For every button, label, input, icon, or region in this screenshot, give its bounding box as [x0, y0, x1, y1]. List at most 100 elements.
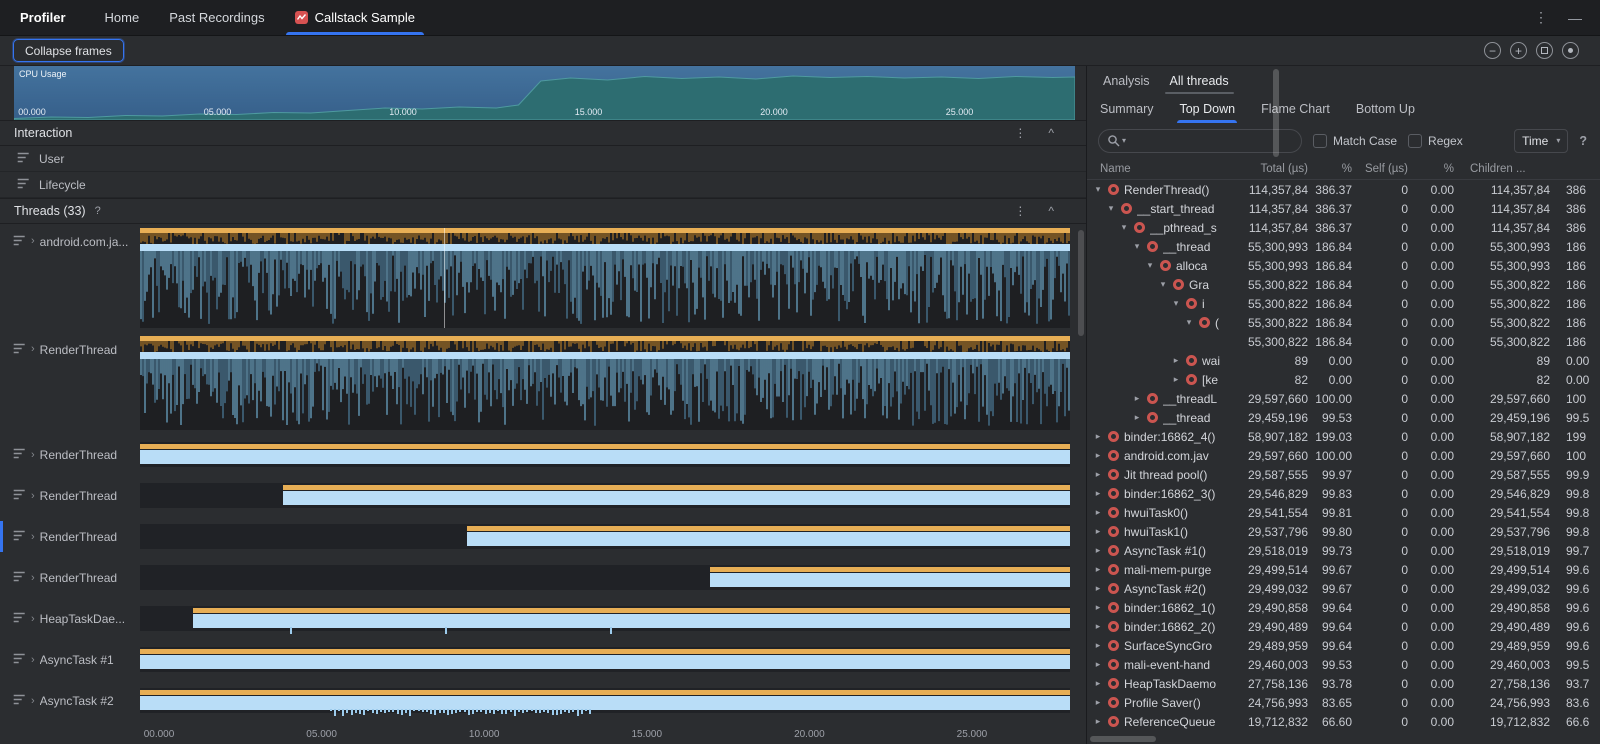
tree-toggle-icon[interactable]: ▸ — [1171, 374, 1181, 385]
search-input[interactable] — [1128, 134, 1293, 148]
tree-toggle-icon[interactable]: ▾ — [1106, 203, 1116, 214]
tree-toggle-icon[interactable]: ▸ — [1093, 697, 1103, 708]
reset-zoom-icon[interactable] — [1536, 42, 1553, 59]
horizontal-scrollbar[interactable] — [1090, 736, 1156, 742]
zoom-to-selection-icon[interactable] — [1562, 42, 1579, 59]
interaction-row-lifecycle[interactable]: Lifecycle — [0, 172, 1086, 198]
thread-activity-track[interactable] — [140, 561, 1070, 594]
tree-toggle-icon[interactable]: ▾ — [1132, 241, 1142, 252]
expand-chevron-icon[interactable]: › — [31, 235, 35, 247]
kebab-menu-icon[interactable]: ⋮ — [1534, 9, 1548, 26]
expand-chevron-icon[interactable]: › — [31, 449, 35, 461]
topdown-row[interactable]: 55,300,822186.8400.0055,300,822186 — [1087, 332, 1600, 351]
topdown-row[interactable]: ▾__pthread_s114,357,84386.3700.00114,357… — [1087, 218, 1600, 237]
tree-toggle-icon[interactable]: ▸ — [1132, 393, 1142, 404]
thread-track-renderthread-1[interactable]: ›RenderThread — [0, 336, 1086, 430]
expand-chevron-icon[interactable]: › — [31, 695, 35, 707]
search-input-box[interactable]: ▾ — [1098, 129, 1302, 153]
regex-checkbox[interactable]: Regex — [1408, 134, 1463, 148]
topdown-row[interactable]: ▾Gra55,300,822186.8400.0055,300,822186 — [1087, 275, 1600, 294]
vertical-scrollbar[interactable] — [1273, 69, 1279, 157]
vertical-scrollbar[interactable] — [1078, 230, 1084, 336]
collapse-frames-button[interactable]: Collapse frames — [13, 39, 124, 62]
topdown-row[interactable]: ▸Profile Saver()24,756,99383.6500.0024,7… — [1087, 693, 1600, 712]
tree-toggle-icon[interactable]: ▾ — [1171, 298, 1181, 309]
zoom-in-icon[interactable]: + — [1510, 42, 1527, 59]
subtab-flame-chart[interactable]: Flame Chart — [1261, 95, 1330, 123]
expand-chevron-icon[interactable]: › — [31, 343, 35, 355]
expand-chevron-icon[interactable]: › — [31, 654, 35, 666]
thread-track-renderthread-4[interactable]: ›RenderThread — [0, 520, 1086, 553]
tree-toggle-icon[interactable]: ▾ — [1093, 184, 1103, 195]
tree-toggle-icon[interactable]: ▾ — [1145, 260, 1155, 271]
tab-callstack-sample[interactable]: Callstack Sample — [280, 0, 430, 35]
cpu-usage-chart[interactable]: CPU Usage 00.00005.00010.00015.00020.000… — [14, 66, 1075, 120]
topdown-row[interactable]: ▸SurfaceSyncGro29,489,95999.6400.0029,48… — [1087, 636, 1600, 655]
tree-toggle-icon[interactable]: ▸ — [1093, 431, 1103, 442]
tree-toggle-icon[interactable]: ▸ — [1093, 716, 1103, 727]
time-dropdown[interactable]: Time ▾ — [1514, 129, 1568, 153]
tree-toggle-icon[interactable]: ▾ — [1119, 222, 1129, 233]
tree-toggle-icon[interactable]: ▾ — [1158, 279, 1168, 290]
expand-chevron-icon[interactable]: › — [31, 572, 35, 584]
thread-activity-track[interactable] — [140, 602, 1070, 635]
topdown-row[interactable]: ▸binder:16862_3()29,546,82999.8300.0029,… — [1087, 484, 1600, 503]
tree-toggle-icon[interactable]: ▸ — [1093, 545, 1103, 556]
thread-activity-track[interactable] — [140, 684, 1070, 717]
interaction-section-header[interactable]: Interaction ⋮ ^ — [0, 120, 1086, 146]
thread-track-renderthread-3[interactable]: ›RenderThread — [0, 479, 1086, 512]
subtab-summary[interactable]: Summary — [1100, 95, 1153, 123]
zoom-out-icon[interactable]: − — [1484, 42, 1501, 59]
topdown-row[interactable]: ▸wai890.0000.00890.00 — [1087, 351, 1600, 370]
topdown-row[interactable]: ▸binder:16862_2()29,490,48999.6400.0029,… — [1087, 617, 1600, 636]
topdown-row[interactable]: ▸mali-event-hand29,460,00399.5300.0029,4… — [1087, 655, 1600, 674]
topdown-row[interactable]: ▸mali-mem-purge29,499,51499.6700.0029,49… — [1087, 560, 1600, 579]
topdown-row[interactable]: ▸ReferenceQueue19,712,83266.6000.0019,71… — [1087, 712, 1600, 731]
expand-chevron-icon[interactable]: › — [31, 613, 35, 625]
collapse-chevron-icon[interactable]: ^ — [1048, 204, 1054, 218]
kebab-menu-icon[interactable]: ⋮ — [1014, 126, 1026, 140]
tree-toggle-icon[interactable]: ▸ — [1093, 507, 1103, 518]
topdown-row[interactable]: ▾RenderThread()114,357,84386.3700.00114,… — [1087, 180, 1600, 199]
help-icon[interactable]: ? — [1579, 134, 1589, 148]
checkbox-box[interactable] — [1313, 134, 1327, 148]
tree-toggle-icon[interactable]: ▸ — [1093, 678, 1103, 689]
topdown-row[interactable]: ▾__start_thread114,357,84386.3700.00114,… — [1087, 199, 1600, 218]
topdown-row[interactable]: ▸AsyncTask #2()29,499,03299.6700.0029,49… — [1087, 579, 1600, 598]
thread-track-asynctask-2-8[interactable]: ›AsyncTask #2 — [0, 684, 1086, 717]
tree-toggle-icon[interactable]: ▸ — [1093, 564, 1103, 575]
topdown-row[interactable]: ▾alloca55,300,993186.8400.0055,300,99318… — [1087, 256, 1600, 275]
topdown-row[interactable]: ▸HeapTaskDaemo27,758,13693.7800.0027,758… — [1087, 674, 1600, 693]
topdown-row[interactable]: ▸__threadL29,597,660100.0000.0029,597,66… — [1087, 389, 1600, 408]
tree-toggle-icon[interactable]: ▸ — [1093, 450, 1103, 461]
thread-track-renderthread-5[interactable]: ›RenderThread — [0, 561, 1086, 594]
minimize-icon[interactable]: — — [1568, 10, 1582, 26]
threads-help-icon[interactable]: ? — [95, 205, 101, 217]
tree-toggle-icon[interactable]: ▸ — [1171, 355, 1181, 366]
topdown-row[interactable]: ▸Jit thread pool()29,587,55599.9700.0029… — [1087, 465, 1600, 484]
tree-toggle-icon[interactable]: ▸ — [1093, 526, 1103, 537]
topdown-row[interactable]: ▸hwuiTask0()29,541,55499.8100.0029,541,5… — [1087, 503, 1600, 522]
thread-activity-track[interactable] — [140, 438, 1070, 471]
thread-track-renderthread-2[interactable]: ›RenderThread — [0, 438, 1086, 471]
topdown-row[interactable]: ▾i55,300,822186.8400.0055,300,822186 — [1087, 294, 1600, 313]
topdown-row[interactable]: ▸__thread29,459,19699.5300.0029,459,1969… — [1087, 408, 1600, 427]
topdown-row[interactable]: ▸hwuiTask1()29,537,79699.8000.0029,537,7… — [1087, 522, 1600, 541]
tree-toggle-icon[interactable]: ▸ — [1093, 659, 1103, 670]
thread-activity-track[interactable] — [140, 520, 1070, 553]
tree-toggle-icon[interactable]: ▸ — [1093, 621, 1103, 632]
topdown-row[interactable]: ▾__thread55,300,993186.8400.0055,300,993… — [1087, 237, 1600, 256]
topdown-row[interactable]: ▸android.com.jav29,597,660100.0000.0029,… — [1087, 446, 1600, 465]
kebab-menu-icon[interactable]: ⋮ — [1014, 204, 1026, 218]
subtab-top-down[interactable]: Top Down — [1179, 95, 1235, 123]
topdown-row[interactable]: ▾(55,300,822186.8400.0055,300,822186 — [1087, 313, 1600, 332]
analysis-tab-analysis[interactable]: Analysis — [1093, 66, 1160, 95]
thread-activity-track[interactable] — [140, 643, 1070, 676]
match-case-checkbox[interactable]: Match Case — [1313, 134, 1397, 148]
tree-toggle-icon[interactable]: ▸ — [1093, 488, 1103, 499]
tree-toggle-icon[interactable]: ▸ — [1093, 583, 1103, 594]
analysis-tab-all-threads[interactable]: All threads — [1160, 66, 1239, 95]
tree-toggle-icon[interactable]: ▾ — [1184, 317, 1194, 328]
tab-home[interactable]: Home — [90, 0, 155, 35]
tab-past-recordings[interactable]: Past Recordings — [154, 0, 279, 35]
